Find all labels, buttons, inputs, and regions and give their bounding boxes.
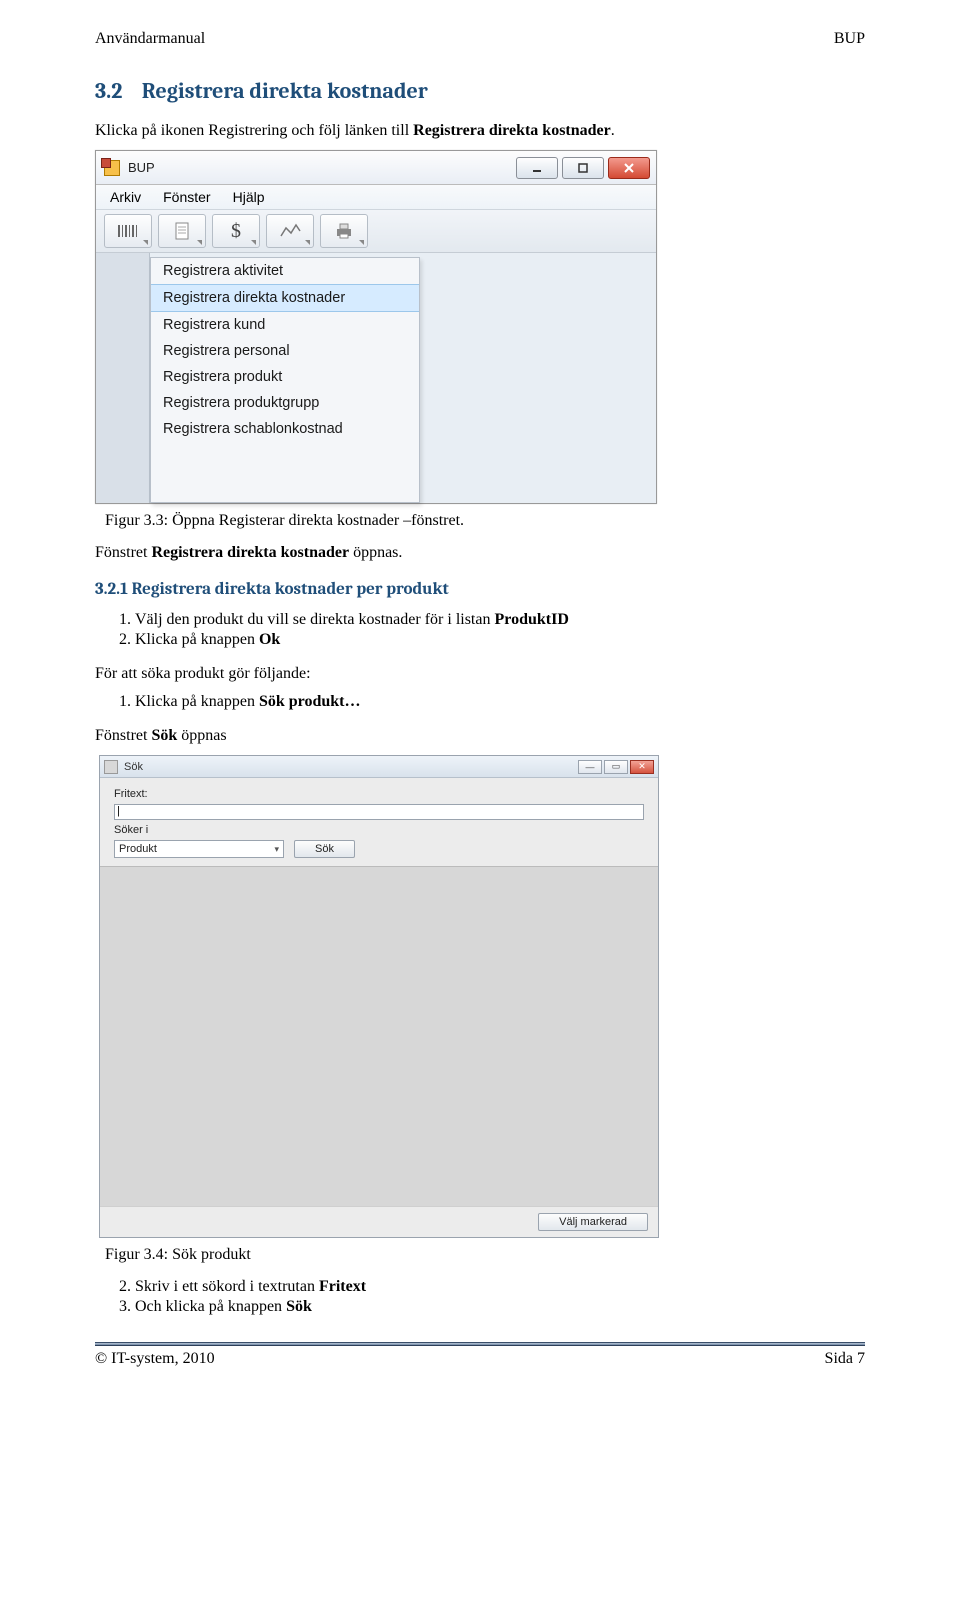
- subsection-heading: 3.2.1 Registrera direkta kostnader per p…: [95, 580, 865, 599]
- window-title: Sök: [124, 761, 143, 773]
- menu-item-selected[interactable]: Registrera direkta kostnader: [151, 284, 419, 312]
- list-item: Klicka på knappen Sök produkt…: [135, 693, 865, 711]
- list-item: Och klicka på knappen Sök: [135, 1298, 865, 1316]
- menu-item[interactable]: Registrera produktgrupp: [151, 390, 419, 416]
- paragraph: Fönstret Registrera direkta kostnader öp…: [95, 544, 865, 562]
- valj-markerad-button[interactable]: Välj markerad: [538, 1213, 648, 1231]
- menu-item[interactable]: Registrera schablonkostnad: [151, 416, 419, 442]
- dollar-icon[interactable]: $: [212, 214, 260, 248]
- app-icon: [104, 760, 118, 774]
- label-fritext: Fritext:: [114, 788, 166, 800]
- window-title: BUP: [128, 160, 155, 175]
- figure-bup-window: BUP Arkiv Fönster Hjälp $ Registrera akt…: [95, 150, 657, 504]
- printer-icon[interactable]: [320, 214, 368, 248]
- figure1-caption: Figur 3.3: Öppna Registerar direkta kost…: [105, 512, 865, 530]
- footer-left: © IT-system, 2010: [95, 1350, 215, 1368]
- figure2-caption: Figur 3.4: Sök produkt: [105, 1246, 865, 1264]
- close-button[interactable]: [608, 157, 650, 179]
- steps-list: Skriv i ett sökord i textrutan Fritext O…: [95, 1278, 865, 1316]
- paragraph: För att söka produkt gör följande:: [95, 665, 865, 683]
- chart-icon[interactable]: [266, 214, 314, 248]
- menu-hjalp[interactable]: Hjälp: [233, 189, 265, 205]
- soker-select[interactable]: Produkt ▾: [114, 840, 284, 858]
- list-item: Klicka på knappen Ok: [135, 631, 865, 649]
- app-icon: [104, 160, 120, 176]
- section-heading: 3.2 Registrera direkta kostnader: [95, 78, 865, 104]
- paragraph: Fönstret Sök öppnas: [95, 727, 865, 745]
- menu-item[interactable]: Registrera aktivitet: [151, 258, 419, 284]
- barcode-icon[interactable]: [104, 214, 152, 248]
- titlebar: Sök — ▭ ✕: [100, 756, 658, 778]
- register-dropdown: Registrera aktivitet Registrera direkta …: [150, 257, 420, 503]
- menubar: Arkiv Fönster Hjälp: [96, 185, 656, 210]
- header-right: BUP: [834, 30, 865, 48]
- doc-icon[interactable]: [158, 214, 206, 248]
- minimize-button[interactable]: —: [578, 760, 602, 774]
- titlebar: BUP: [96, 151, 656, 185]
- footer-rule: [95, 1342, 865, 1346]
- steps-list: Klicka på knappen Sök produkt…: [95, 693, 865, 711]
- page-header: Användarmanual BUP: [95, 30, 865, 48]
- minimize-button[interactable]: [516, 157, 558, 179]
- list-item: Skriv i ett sökord i textrutan Fritext: [135, 1278, 865, 1296]
- label-soker: Söker i: [114, 824, 166, 836]
- figure-sok-window: Sök — ▭ ✕ Fritext: Söker i Produkt ▾ Sök: [99, 755, 659, 1238]
- maximize-button[interactable]: ▭: [604, 760, 628, 774]
- menu-fonster[interactable]: Fönster: [163, 189, 210, 205]
- menu-arkiv[interactable]: Arkiv: [110, 189, 141, 205]
- page-footer: © IT-system, 2010 Sida 7: [95, 1350, 865, 1368]
- steps-list: Välj den produkt du vill se direkta kost…: [95, 611, 865, 649]
- header-left: Användarmanual: [95, 30, 205, 48]
- toolbar: $: [96, 210, 656, 253]
- chevron-down-icon: ▾: [274, 844, 279, 855]
- intro-paragraph: Klicka på ikonen Registrering och följ l…: [95, 122, 865, 140]
- close-button[interactable]: ✕: [630, 760, 654, 774]
- fritext-input[interactable]: [114, 804, 644, 820]
- sok-button[interactable]: Sök: [294, 840, 355, 858]
- footer-right: Sida 7: [825, 1350, 865, 1368]
- maximize-button[interactable]: [562, 157, 604, 179]
- results-grid: [100, 866, 658, 1206]
- menu-item[interactable]: Registrera personal: [151, 338, 419, 364]
- menu-item[interactable]: Registrera kund: [151, 312, 419, 338]
- menu-item[interactable]: Registrera produkt: [151, 364, 419, 390]
- list-item: Välj den produkt du vill se direkta kost…: [135, 611, 865, 629]
